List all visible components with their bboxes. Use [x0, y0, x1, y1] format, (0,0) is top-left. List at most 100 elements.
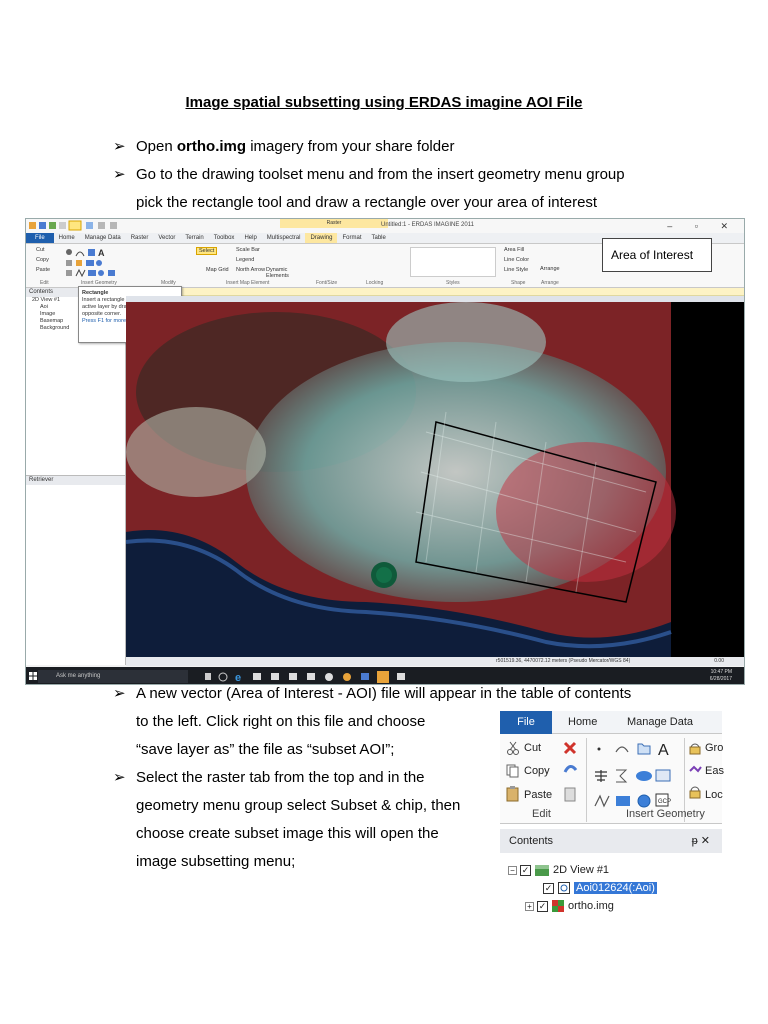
svg-text:A: A — [98, 248, 105, 258]
styles-gallery[interactable] — [410, 247, 496, 277]
inset-group-edit: Edit — [532, 808, 551, 820]
line-color-button[interactable]: Line Color — [504, 257, 529, 263]
bullet-continuation: geometry menu group select Subset & chip… — [136, 797, 461, 814]
bullet-new-vector: ➢ A new vector (Area of Interest - AOI) f… — [113, 680, 733, 708]
group-font-size: Font/Size — [316, 280, 338, 286]
tree-row-ortho-img[interactable]: + ✓ ortho.img — [525, 899, 614, 913]
group-locking: Locking — [366, 280, 384, 286]
bullet-arrow-icon: ➢ — [113, 138, 126, 155]
group-lock-icons[interactable] — [688, 739, 702, 809]
inset-group-label[interactable]: Gro — [705, 741, 723, 755]
document-title: Image spatial subsetting using ERDAS ima… — [185, 94, 583, 111]
tree-row-2d-view[interactable]: − ✓ 2D View #1 — [508, 863, 609, 877]
tab-raster[interactable]: Raster — [126, 233, 154, 243]
insert-geometry-icons[interactable]: A — [64, 247, 134, 277]
scale-bar-button[interactable]: Scale Bar — [236, 247, 260, 253]
select-button[interactable]: Select — [196, 247, 218, 255]
inset-easting-label[interactable]: Eas — [705, 764, 724, 778]
bullet-text: Open — [136, 138, 177, 155]
retriever-panel: Retriever — [26, 475, 126, 665]
inset-cut-button[interactable]: Cut — [524, 741, 541, 755]
tab-drawing[interactable]: Drawing — [305, 233, 338, 243]
retriever-header: Retriever — [26, 476, 125, 485]
inset-screenshot: File Home Manage Data Cut Copy Paste Edi… — [500, 711, 724, 916]
window-controls[interactable]: – ▫ ✕ — [667, 221, 738, 232]
bullet-arrow-icon: ➢ — [113, 769, 126, 786]
collapse-icon[interactable]: − — [508, 865, 517, 875]
tab-toolbox[interactable]: Toolbox — [209, 233, 240, 243]
bullet-text: Go to the drawing toolset menu and from … — [136, 166, 625, 183]
bullet-continuation: pick the rectangle tool and draw a recta… — [136, 194, 598, 211]
bullet-bold-filename: ortho.img — [176, 138, 247, 155]
svg-text:GCP: GCP — [658, 799, 671, 805]
tab-format[interactable]: Format — [337, 233, 366, 243]
group-arrange: Arrange — [541, 280, 559, 286]
checkbox-checked-icon[interactable]: ✓ — [520, 864, 531, 876]
status-bar: r501519.36, 4470072.12 meters (Pseudo Me… — [126, 657, 744, 666]
bullet-continuation: choose create subset image this will ope… — [136, 825, 439, 842]
expand-icon[interactable]: + — [525, 901, 534, 911]
tree-label: ortho.img — [568, 900, 614, 912]
insert-geometry-tools[interactable]: A GCP — [592, 738, 688, 810]
legend-button[interactable]: Legend — [236, 257, 254, 263]
panel-pin-close-controls[interactable]: ᵽ ✕ — [692, 829, 710, 853]
inset-tab-file[interactable]: File — [500, 711, 552, 734]
checkbox-checked-icon[interactable]: ✓ — [543, 882, 554, 894]
contents-title: Contents — [509, 835, 554, 847]
inset-group-insert-geometry: Insert Geometry — [626, 808, 705, 820]
group-insert-map-element: Insert Map Element — [226, 280, 270, 286]
area-fill-button[interactable]: Area Fill — [504, 247, 524, 253]
group-shape: Shape — [511, 280, 526, 286]
delete-icons[interactable] — [562, 740, 580, 812]
bullet-continuation: image subsetting menu; — [136, 853, 296, 870]
line-style-button[interactable]: Line Style — [504, 267, 528, 273]
tab-home[interactable]: Home — [54, 233, 80, 243]
clock-time: 10:47 PM — [710, 669, 732, 675]
satellite-image[interactable] — [125, 302, 745, 657]
status-coordinates: r501519.36, 4470072.12 meters (Pseudo Me… — [496, 658, 631, 664]
checkbox-checked-icon[interactable]: ✓ — [537, 900, 548, 912]
bullet-continuation: “save layer as” the file as “subset AOI”… — [136, 741, 395, 758]
dynamic-elements-button[interactable]: Dynamic Elements — [266, 267, 296, 279]
tab-table[interactable]: Table — [367, 233, 391, 243]
satellite-map-view[interactable] — [125, 302, 745, 657]
svg-text:A: A — [658, 742, 669, 759]
copy-icon — [506, 764, 519, 778]
bullet-text: A new vector (Area of Interest - AOI) fi… — [136, 685, 632, 702]
inset-contents-header: Contents ᵽ ✕ — [500, 829, 722, 853]
bullet-arrow-icon: ➢ — [113, 166, 126, 183]
erdas-screenshot: Raster Untitled:1 - ERDAS IMAGINE 2011 –… — [25, 218, 745, 685]
inset-copy-button[interactable]: Copy — [524, 764, 550, 778]
inset-paste-button[interactable]: Paste — [524, 788, 552, 802]
bullet-raster-tab: ➢ Select the raster tab from the top and … — [113, 764, 483, 792]
tree-label-selected: Aoi012624(:Aoi) — [574, 882, 657, 894]
paste-button[interactable]: Paste — [36, 267, 50, 273]
quick-access-icons — [29, 220, 117, 231]
copy-button[interactable]: Copy — [36, 257, 49, 263]
status-zoom: 0.00 — [714, 658, 724, 664]
bullet-open-ortho: ➢ Open ortho.img imagery from your share … — [113, 133, 713, 161]
tab-vector[interactable]: Vector — [153, 233, 180, 243]
tab-terrain[interactable]: Terrain — [180, 233, 208, 243]
inset-tab-manage-data[interactable]: Manage Data — [627, 711, 693, 734]
tab-file[interactable]: File — [26, 233, 54, 243]
map-grid-button[interactable]: Map Grid — [206, 267, 229, 273]
tab-multispectral[interactable]: Multispectral — [262, 233, 306, 243]
arrange-button[interactable]: Arrange — [540, 266, 560, 272]
inset-tab-home[interactable]: Home — [568, 711, 597, 734]
cut-button[interactable]: Cut — [36, 247, 45, 253]
paste-icon — [506, 786, 519, 802]
tab-manage-data[interactable]: Manage Data — [80, 233, 126, 243]
inset-lock-label[interactable]: Loc — [705, 788, 723, 802]
cut-icon — [507, 741, 519, 755]
bullet-continuation: to the left. Click right on this file an… — [136, 713, 426, 730]
raster-context-tab[interactable]: Raster — [280, 219, 388, 228]
bullet-arrow-icon: ➢ — [113, 685, 126, 702]
window-title: Untitled:1 - ERDAS IMAGINE 2011 — [381, 222, 474, 228]
tree-row-aoi-layer[interactable]: ✓ Aoi012624(:Aoi) — [543, 881, 657, 895]
tab-help[interactable]: Help — [239, 233, 261, 243]
aoi-layer-icon — [558, 882, 570, 895]
bullet-drawing-toolset: ➢ Go to the drawing toolset menu and from… — [113, 161, 713, 189]
north-arrow-button[interactable]: North Arrow — [236, 267, 265, 273]
windows-start-icon[interactable] — [29, 672, 37, 680]
